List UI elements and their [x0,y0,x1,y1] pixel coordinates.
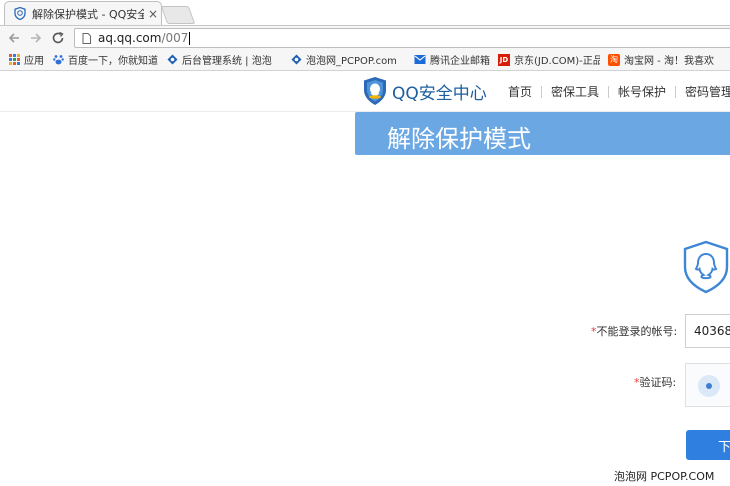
tab-title: 解除保护模式 - QQ安全 [32,7,144,21]
pcpop-watermark: 泡泡网 PCPOP.COM [612,467,717,485]
bookmarks-bar: 应用 百度一下，你就知道 后台管理系统 | 泡泡 泡泡网_PCPOP.com 腾… [0,49,730,71]
captcha-check-icon[interactable] [698,375,720,397]
qq-security-logo[interactable]: QQ安全中心 [362,76,487,106]
next-step-button[interactable]: 下 [686,430,730,460]
page-title: 解除保护模式 [387,125,531,153]
bookmark-jd[interactable]: JD 京东(JD.COM)-正品 [498,52,600,67]
url-path: /007 [161,31,189,45]
address-bar[interactable]: aq.qq.com/007 [74,28,730,48]
logo-text: QQ安全中心 [392,83,487,104]
pcpop-diamond-icon [166,54,178,66]
bookmark-label: 淘宝网 - 淘！我喜欢 [624,56,714,67]
captcha-label: *验证码: [634,374,676,390]
nav-item-password-management[interactable]: 密码管理 [685,83,730,100]
account-label: *不能登录的帐号: [591,323,677,339]
bookmark-label: 泡泡网_PCPOP.com [306,56,397,67]
bookmark-label: 百度一下，你就知道 [68,56,158,67]
pcpop-diamond-icon [290,54,302,66]
apps-grid-icon [8,54,20,66]
browser-tab-bar: 解除保护模式 - QQ安全 × [0,0,730,25]
new-tab-button[interactable] [160,6,196,24]
account-input[interactable]: 403681 [685,314,730,348]
bookmark-taobao[interactable]: 淘 淘宝网 - 淘！我喜欢 [608,52,714,67]
page-document-icon [82,32,92,44]
back-arrow-icon[interactable] [5,29,23,47]
bookmark-apps[interactable]: 应用 [8,52,44,67]
page-title-banner: 解除保护模式 [355,112,730,155]
qq-shield-logo-icon [364,77,386,105]
text-caret [189,32,191,45]
bookmark-label: 腾讯企业邮箱 [430,56,490,67]
captcha-widget[interactable] [685,363,730,407]
bookmark-baidu[interactable]: 百度一下，你就知道 [52,52,158,67]
nav-divider [608,85,610,98]
tab-close-icon[interactable]: × [148,8,158,20]
baidu-paw-icon [52,54,64,66]
bookmark-pcpop[interactable]: 泡泡网_PCPOP.com [290,52,406,67]
bookmark-label: 后台管理系统 | 泡泡 [182,56,272,67]
url-host: aq.qq.com [98,31,162,45]
bookmark-tencent-mail[interactable]: 腾讯企业邮箱 [414,52,490,67]
bookmark-label: 应用 [24,56,44,67]
browser-toolbar: aq.qq.com/007 [0,25,730,50]
nav-item-account-protection[interactable]: 帐号保护 [618,83,666,100]
nav-divider [541,85,543,98]
address-url[interactable]: aq.qq.com/007 [98,31,191,45]
bookmark-label: 京东(JD.COM)-正品 [514,56,600,67]
bookmark-admin-system[interactable]: 后台管理系统 | 泡泡 [166,52,282,67]
qq-shield-favicon-icon [13,7,27,21]
next-button-label: 下 [718,439,730,455]
account-input-value: 403681 [694,324,730,338]
reload-icon[interactable] [49,29,67,47]
jd-icon: JD [498,53,510,66]
account-label-text: 不能登录的帐号: [596,325,678,338]
nav-item-home[interactable]: 首页 [508,83,532,100]
taobao-icon: 淘 [608,53,620,66]
forward-arrow-icon[interactable] [27,29,45,47]
qq-shield-outline-icon [683,240,730,294]
nav-divider [675,85,677,98]
top-nav: 首页 密保工具 帐号保护 密码管理 [508,83,730,100]
site-header: QQ安全中心 首页 密保工具 帐号保护 密码管理 [0,71,730,112]
captcha-label-text: 验证码: [639,376,677,389]
mail-icon [414,54,426,66]
browser-tab-active[interactable]: 解除保护模式 - QQ安全 × [4,1,162,25]
nav-item-security-tools[interactable]: 密保工具 [551,83,599,100]
